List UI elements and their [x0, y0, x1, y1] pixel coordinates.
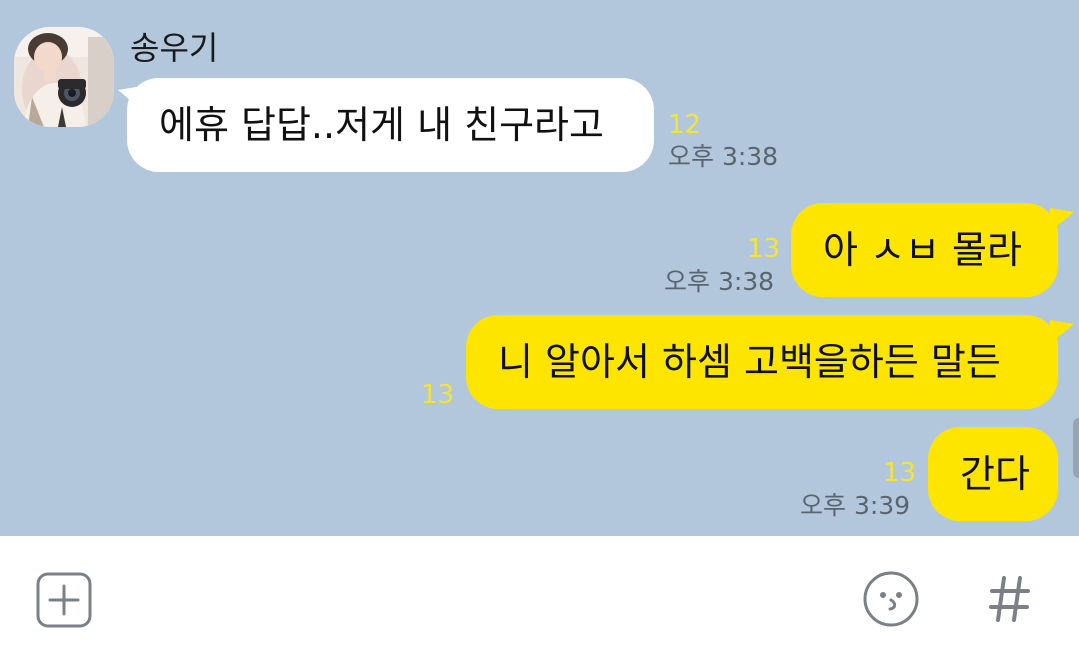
message-bubble[interactable]: 니 알아서 하셈 고백을하든 말든 — [466, 315, 1058, 409]
unread-count: 13 — [747, 234, 781, 264]
message-text: 에휴 답답..저게 내 친구라고 — [159, 103, 604, 147]
bubble-tail — [1050, 208, 1074, 232]
message-time: 오후 3:38 — [668, 142, 779, 171]
side-drawer-handle[interactable] — [1073, 418, 1079, 478]
chat-area[interactable]: 송우기 에휴 답답..저게 내 친구라고 12 오후 3:38 아 ㅅㅂ 몰라 … — [0, 0, 1079, 536]
unread-count: 12 — [668, 110, 702, 140]
plus-square-icon[interactable] — [36, 572, 92, 632]
unread-count: 13 — [421, 380, 455, 410]
bubble-tail — [1050, 320, 1074, 344]
message-input-bar[interactable] — [0, 536, 1079, 662]
message-bubble[interactable]: 에휴 답답..저게 내 친구라고 — [127, 78, 654, 172]
emoji-icon[interactable] — [862, 570, 920, 632]
sender-avatar[interactable] — [14, 27, 114, 127]
message-time: 오후 3:39 — [800, 491, 911, 520]
message-text: 간다 — [960, 452, 1030, 496]
message-bubble[interactable]: 간다 — [928, 427, 1058, 521]
hashtag-icon[interactable] — [988, 574, 1032, 628]
message-time: 오후 3:38 — [664, 267, 775, 296]
message-text: 아 ㅅㅂ 몰라 — [823, 228, 1022, 272]
message-bubble[interactable]: 아 ㅅㅂ 몰라 — [791, 203, 1058, 297]
unread-count: 13 — [883, 458, 917, 488]
message-text: 니 알아서 하셈 고백을하든 말든 — [498, 340, 1001, 384]
sender-name: 송우기 — [130, 29, 219, 67]
profile-photo-icon — [14, 27, 114, 127]
